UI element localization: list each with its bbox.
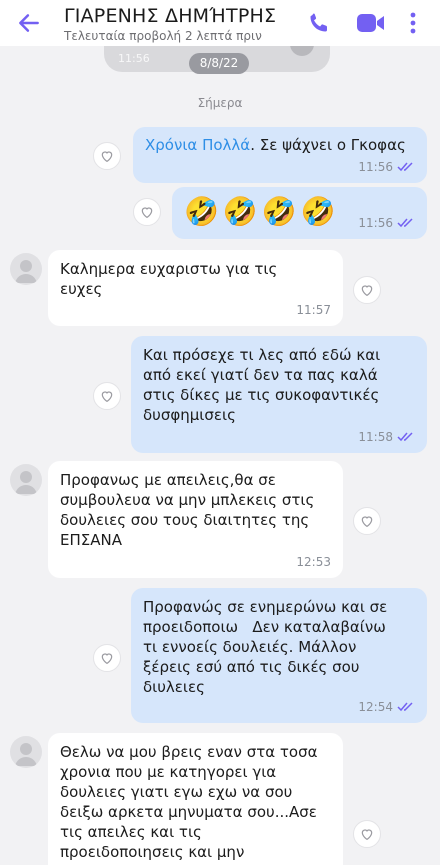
message-time: 12:53 — [296, 555, 331, 569]
avatar[interactable] — [10, 736, 42, 768]
message-text: Θελω να μου βρεις εναν στα τοσα χρονια π… — [60, 743, 318, 861]
read-ticks-icon — [397, 218, 413, 228]
message-time: 11:57 — [296, 303, 331, 317]
person-icon — [15, 260, 37, 283]
avatar[interactable] — [10, 464, 42, 496]
day-separator: Σήμερα — [197, 96, 243, 110]
like-heart-icon[interactable] — [93, 644, 121, 672]
message-text: Καλημερα ευχαριστω για τις ευχες — [60, 260, 278, 298]
last-seen-status: Τελευταία προβολή 2 λεπτά πριν — [64, 29, 262, 43]
message-meta: 11:56 — [358, 157, 415, 177]
person-icon — [15, 743, 37, 766]
read-ticks-icon — [397, 702, 413, 712]
date-pill: 8/8/22 — [189, 53, 249, 74]
message-emoji: 🤣🤣🤣🤣 — [184, 195, 340, 228]
video-icon[interactable] — [356, 11, 386, 35]
like-heart-icon[interactable] — [133, 198, 161, 226]
chat-screen: 11:56 8/8/22 ΓΙΑΡΕΝΗΣ ΔΗΜΉΤΡΗΣ Τελευταία… — [0, 0, 440, 865]
message-text: Προφανως με απειλεις,θα σε συμβουλευα να… — [60, 471, 315, 549]
previous-message-time: 11:56 — [118, 52, 150, 65]
message-meta: 11:58 — [358, 427, 415, 447]
like-heart-icon[interactable] — [353, 507, 381, 535]
message-bubble-incoming[interactable]: Προφανως με απειλεις,θα σε συμβουλευα να… — [48, 461, 343, 578]
read-ticks-icon — [397, 432, 413, 442]
message-text: Προφανώς σε ενημερώνω και σε προειδοποιω… — [143, 598, 388, 696]
message-text: Και πρόσεχε τι λες από εδώ και από εκεί … — [143, 346, 381, 424]
avatar[interactable] — [10, 253, 42, 285]
like-heart-icon[interactable] — [93, 382, 121, 410]
message-bubble-outgoing[interactable]: Προφανώς σε ενημερώνω και σε προειδοποιω… — [131, 588, 427, 723]
message-meta: 11:56 — [358, 213, 415, 233]
phone-icon[interactable] — [307, 11, 331, 35]
message-bubble-outgoing[interactable]: 🤣🤣🤣🤣 11:56 — [172, 187, 427, 239]
message-bubble-incoming[interactable]: Θελω να μου βρεις εναν στα τοσα χρονια π… — [48, 733, 343, 865]
like-heart-icon[interactable] — [353, 820, 381, 848]
message-text: . Σε ψάχνει ο Γκοφας — [250, 136, 406, 154]
message-link[interactable]: Χρόνια Πολλά — [145, 136, 250, 154]
person-icon — [15, 471, 37, 494]
message-time: 12:54 — [358, 700, 393, 714]
like-heart-icon[interactable] — [93, 142, 121, 170]
message-meta: 12:53 — [296, 552, 331, 572]
message-meta: 11:57 — [296, 300, 331, 320]
back-arrow-icon[interactable] — [16, 10, 42, 36]
chat-header: ΓΙΑΡΕΝΗΣ ΔΗΜΉΤΡΗΣ Τελευταία προβολή 2 λε… — [0, 0, 440, 46]
message-time: 11:56 — [358, 216, 393, 230]
more-options-icon[interactable] — [406, 11, 420, 35]
contact-name[interactable]: ΓΙΑΡΕΝΗΣ ΔΗΜΉΤΡΗΣ — [64, 5, 276, 27]
message-bubble-incoming[interactable]: Καλημερα ευχαριστω για τις ευχες 11:57 — [48, 250, 343, 326]
like-heart-icon[interactable] — [353, 276, 381, 304]
message-time: 11:56 — [358, 160, 393, 174]
read-ticks-icon — [397, 162, 413, 172]
message-time: 11:58 — [358, 430, 393, 444]
message-bubble-outgoing[interactable]: Χρόνια Πολλά. Σε ψάχνει ο Γκοφας 11:56 — [133, 127, 427, 183]
message-meta: 12:54 — [358, 697, 415, 717]
message-bubble-outgoing[interactable]: Και πρόσεχε τι λες από εδώ και από εκεί … — [131, 336, 427, 453]
